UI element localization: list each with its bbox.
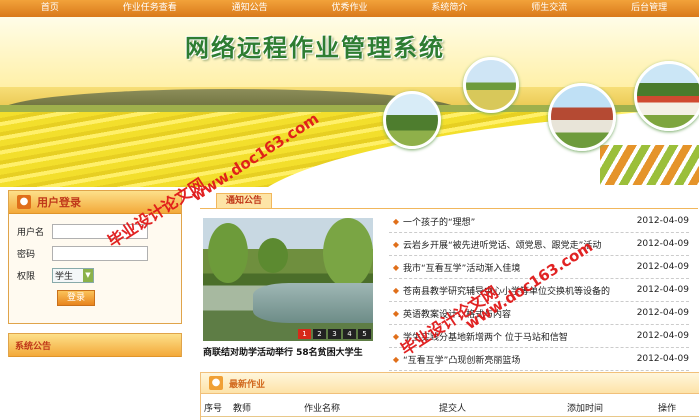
header-banner: 网络远程作业管理系统 [0, 17, 699, 187]
news-slideshow[interactable]: 1 2 3 4 5 [203, 218, 373, 341]
notice-date: 2012-04-09 [636, 285, 689, 295]
system-notice-box: 系统公告 [8, 333, 182, 357]
bullet-icon: ◆ [392, 216, 400, 226]
role-select-value: 学生 [55, 271, 74, 282]
tab-notices[interactable]: 通知公告 [216, 193, 272, 208]
slide-page-3[interactable]: 3 [328, 329, 341, 339]
password-input[interactable] [52, 245, 148, 261]
slide-page-2[interactable]: 2 [313, 329, 326, 339]
column-header: 作业名称 [304, 404, 341, 414]
nav-home[interactable]: 首页 [0, 0, 100, 17]
nav-notices[interactable]: 通知公告 [200, 0, 300, 17]
user-icon: ● [17, 195, 31, 209]
banner-photo-house [463, 57, 519, 113]
notice-title[interactable]: “互看互学”凸现创新亮丽篮场 [403, 353, 631, 366]
top-navigation: 首页 作业任务查看 通知公告 优秀作业 系统简介 师生交流 后台管理 [0, 0, 699, 17]
banner-photo-garden [383, 91, 441, 149]
banner-photo-building [548, 83, 616, 151]
slideshow-caption[interactable]: 商联结对助学活动举行 58名贫困大学生 [203, 345, 378, 358]
nav-excellent-works[interactable]: 优秀作业 [300, 0, 400, 17]
notice-tab-bar: 通知公告 [200, 191, 698, 209]
nav-homework-tasks[interactable]: 作业任务查看 [100, 0, 200, 17]
recent-works-title: 最新作业 [229, 379, 266, 390]
bullet-icon: ◆ [392, 239, 400, 249]
list-item[interactable]: ◆ “互看互学”凸现创新亮丽篮场 2012-04-09 [389, 348, 689, 371]
role-label: 权限 [17, 271, 36, 282]
column-header: 提交人 [439, 404, 467, 414]
site-title: 网络远程作业管理系统 [185, 34, 445, 62]
bullet-icon: ◆ [392, 354, 400, 364]
username-label: 用户名 [17, 227, 45, 238]
banner-stripes [600, 145, 699, 185]
bullet-icon: ◆ [392, 262, 400, 272]
slide-tree [323, 218, 373, 288]
nav-communication[interactable]: 师生交流 [499, 0, 599, 17]
notice-date: 2012-04-09 [636, 239, 689, 249]
system-notice-header: 系统公告 [9, 334, 181, 357]
column-header: 序号 [204, 404, 223, 414]
column-header: 添加时间 [567, 404, 604, 414]
login-button[interactable]: 登录 [57, 290, 95, 306]
banner-photo-village [634, 61, 699, 131]
password-label: 密码 [17, 249, 36, 260]
role-select[interactable]: 学生 ▼ [52, 267, 94, 283]
column-header: 教师 [233, 404, 252, 414]
slide-page-4[interactable]: 4 [343, 329, 356, 339]
notice-date: 2012-04-09 [636, 308, 689, 318]
nav-about[interactable]: 系统简介 [399, 0, 499, 17]
column-header: 操作 [658, 404, 677, 414]
bullet-icon: ◆ [392, 285, 400, 295]
slide-pager: 1 2 3 4 5 [298, 329, 371, 339]
notice-date: 2012-04-09 [636, 331, 689, 341]
notice-title[interactable]: 云岩乡开展“被先进听党话、颂党恩、跟党走”活动 [403, 238, 631, 251]
notice-title[interactable]: 一个孩子的“理想” [403, 215, 631, 228]
recent-works-header: ● 最新作业 [201, 373, 699, 394]
list-item[interactable]: ◆ 一个孩子的“理想” 2012-04-09 [389, 210, 689, 233]
notice-date: 2012-04-09 [636, 216, 689, 226]
system-notice-title: 系统公告 [15, 341, 52, 352]
login-title: 用户登录 [37, 196, 81, 209]
notice-date: 2012-04-09 [636, 262, 689, 272]
nav-admin[interactable]: 后台管理 [599, 0, 699, 17]
notice-date: 2012-04-09 [636, 354, 689, 364]
notice-title[interactable]: 我市“互看互学”活动渐入佳境 [403, 261, 631, 274]
bullet-icon: ◆ [392, 308, 400, 318]
slide-page-1[interactable]: 1 [298, 329, 311, 339]
slide-tree [208, 223, 248, 283]
recent-works-panel: ● 最新作业 序号 教师 作业名称 提交人 添加时间 操作 [200, 372, 699, 420]
works-icon: ● [209, 376, 223, 390]
slide-page-5[interactable]: 5 [358, 329, 371, 339]
chevron-down-icon: ▼ [83, 268, 93, 282]
list-item[interactable]: ◆ 云岩乡开展“被先进听党话、颂党恩、跟党走”活动 2012-04-09 [389, 233, 689, 256]
works-table-header: 序号 教师 作业名称 提交人 添加时间 操作 [201, 399, 699, 417]
slide-tree [258, 238, 288, 273]
slide-pond [253, 283, 373, 323]
notice-list: ◆ 一个孩子的“理想” 2012-04-09 ◆ 云岩乡开展“被先进听党话、颂党恩、跟… [389, 210, 689, 371]
